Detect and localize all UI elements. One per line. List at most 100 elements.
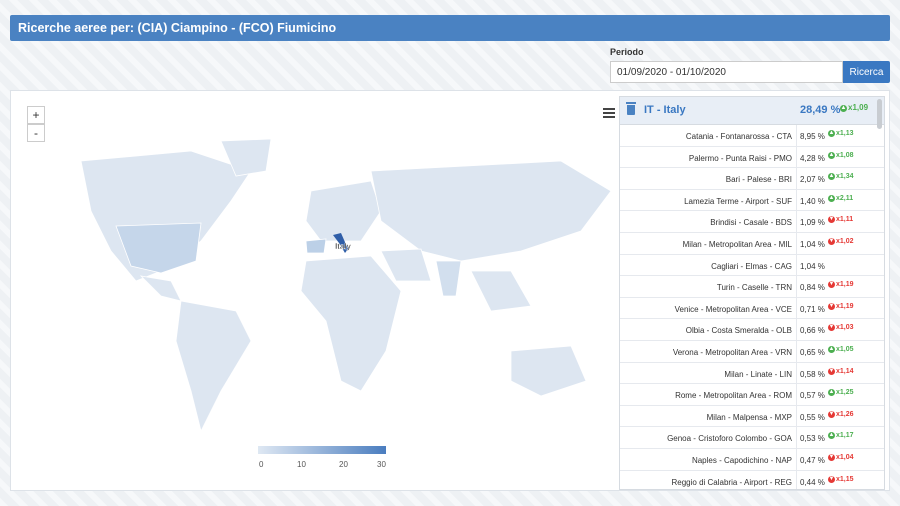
airport-name: Rome - Metropolitan Area - ROM bbox=[675, 391, 792, 401]
airport-name: Olbia - Costa Smeralda - OLB bbox=[685, 326, 792, 336]
airport-name: Naples - Capodichino - NAP bbox=[691, 455, 792, 465]
map-southeast-asia bbox=[470, 270, 532, 312]
table-row[interactable]: Bari - Palese - BRI 2,07 % ▲ x1,34 bbox=[620, 168, 884, 190]
legend-tick: 0 bbox=[259, 460, 264, 469]
airport-name: Milan - Metropolitan Area - MIL bbox=[682, 239, 792, 249]
airport-percent: 0,84 % bbox=[800, 283, 825, 293]
airport-percent: 0,65 % bbox=[800, 347, 825, 357]
zoom-in-button[interactable]: + bbox=[27, 106, 45, 124]
airport-name: Turin - Caselle - TRN bbox=[716, 283, 792, 293]
table-row[interactable]: Catania - Fontanarossa - CTA 8,95 % ▲ x1,13 bbox=[620, 125, 884, 147]
trend-indicator: ▲ x1,17 bbox=[828, 432, 854, 440]
trash-icon[interactable] bbox=[626, 102, 636, 115]
airport-percent: 0,71 % bbox=[800, 304, 825, 314]
trend-indicator: ▲ x1,13 bbox=[828, 130, 854, 137]
hamburger-menu-icon[interactable] bbox=[603, 108, 615, 118]
map-australia bbox=[510, 345, 587, 397]
table-row[interactable]: Naples - Capodichino - NAP 0,47 % ▼ x1,04 bbox=[620, 448, 884, 471]
table-row[interactable]: Brindisi - Casale - BDS 1,09 % ▼ x1,11 bbox=[620, 211, 884, 233]
trend-indicator: ▲ x2,11 bbox=[828, 194, 854, 202]
world-map[interactable]: Italy bbox=[41, 131, 621, 461]
trend-indicator: ▼ x1,26 bbox=[828, 410, 854, 418]
airport-percent: 8,95 % bbox=[800, 132, 825, 141]
trend-indicator: ▼ x1,03 bbox=[828, 324, 854, 332]
map-spain bbox=[305, 238, 327, 254]
legend-tick: 20 bbox=[339, 460, 348, 469]
trend-indicator: ▼ x1,19 bbox=[828, 302, 854, 310]
airport-name: Catania - Fontanarossa - CTA bbox=[685, 132, 792, 141]
arrow-down-icon: ▼ bbox=[828, 410, 835, 418]
table-row[interactable]: Milan - Metropolitan Area - MIL 1,04 % ▼ x1… bbox=[620, 232, 884, 255]
map-south-america bbox=[175, 300, 252, 433]
arrow-down-icon: ▼ bbox=[828, 324, 835, 332]
airport-name: Milan - Malpensa - MXP bbox=[706, 412, 792, 422]
trend-indicator: ▼ x1,15 bbox=[828, 475, 854, 483]
airport-percent: 0,66 % bbox=[800, 326, 825, 336]
list-scrollbar[interactable] bbox=[877, 99, 882, 129]
arrow-up-icon: ▲ bbox=[828, 173, 835, 181]
arrow-down-icon: ▼ bbox=[828, 216, 835, 224]
date-range-input[interactable] bbox=[610, 61, 843, 83]
table-row[interactable]: Reggio di Calabria - Airport - REG 0,44 %… bbox=[620, 470, 884, 489]
trend-indicator: ▲ x1,05 bbox=[828, 345, 854, 353]
airport-name: Reggio di Calabria - Airport - REG bbox=[671, 477, 793, 487]
airport-name: Milan - Linate - LIN bbox=[724, 369, 792, 379]
arrow-down-icon: ▼ bbox=[828, 302, 835, 310]
table-row[interactable]: Genoa - Cristoforo Colombo - GOA 0,53 % ▲ x… bbox=[620, 427, 884, 449]
period-label: Periodo bbox=[610, 47, 644, 57]
table-row[interactable]: Olbia - Costa Smeralda - OLB 0,66 % ▼ x1,03 bbox=[620, 319, 884, 341]
arrow-up-icon: ▲ bbox=[828, 130, 835, 137]
trend-indicator: ▼ x1,04 bbox=[828, 453, 854, 461]
airport-name: Lamezia Terme - Airport - SUF bbox=[684, 196, 792, 206]
map-legend-bar bbox=[258, 446, 386, 454]
country-trend: ▲ x1,09 bbox=[840, 103, 869, 112]
trend-indicator: ▼ x1,11 bbox=[828, 216, 854, 224]
table-row[interactable]: Cagliari - Elmas - CAG 1,04 % bbox=[620, 254, 884, 277]
arrow-down-icon: ▼ bbox=[828, 367, 835, 375]
trend-indicator: ▼ x1,02 bbox=[828, 237, 854, 245]
page-title: Ricerche aeree per: (CIA) Ciampino - (FC… bbox=[10, 15, 890, 41]
airport-percent: 1,04 % bbox=[800, 261, 825, 271]
map-russia-asia bbox=[370, 160, 612, 262]
table-row[interactable]: Verona - Metropolitan Area - VRN 0,65 % ▲ x… bbox=[620, 340, 884, 363]
airport-percent: 1,04 % bbox=[800, 239, 825, 249]
table-row[interactable]: Rome - Metropolitan Area - ROM 0,57 % ▲ x1,… bbox=[620, 384, 884, 406]
country-header-row[interactable]: IT - Italy 28,49 % ▲ x1,09 bbox=[620, 97, 884, 125]
airport-percent: 0,47 % bbox=[800, 455, 825, 465]
search-button[interactable]: Ricerca bbox=[843, 61, 890, 83]
arrow-up-icon: ▲ bbox=[840, 105, 847, 112]
airport-percent: 0,57 % bbox=[800, 391, 825, 401]
airport-percent: 0,44 % bbox=[800, 477, 825, 487]
airport-percent: 2,07 % bbox=[800, 175, 825, 185]
map-india bbox=[435, 260, 462, 297]
arrow-down-icon: ▼ bbox=[828, 453, 835, 461]
airport-name: Palermo - Punta Raisi - PMO bbox=[688, 153, 792, 163]
airport-percent: 0,53 % bbox=[800, 434, 825, 444]
map-africa bbox=[300, 255, 402, 392]
airport-name: Bari - Palese - BRI bbox=[725, 175, 792, 185]
arrow-down-icon: ▼ bbox=[828, 281, 835, 289]
arrow-up-icon: ▲ bbox=[828, 194, 835, 202]
table-row[interactable]: Venice - Metropolitan Area - VCE 0,71 % ▼ x… bbox=[620, 297, 884, 320]
table-row[interactable]: Lamezia Terme - Airport - SUF 1,40 % ▲ x2,1… bbox=[620, 189, 884, 212]
airport-percent: 1,09 % bbox=[800, 218, 825, 228]
country-value: 28,49 % bbox=[800, 104, 841, 116]
trend-indicator: ▲ x1,08 bbox=[828, 151, 854, 159]
trend-indicator: ▲ x1,34 bbox=[828, 173, 854, 181]
arrow-down-icon: ▼ bbox=[828, 475, 835, 483]
table-row[interactable]: Milan - Linate - LIN 0,58 % ▼ x1,14 bbox=[620, 362, 884, 385]
table-row[interactable]: Turin - Caselle - TRN 0,84 % ▼ x1,19 bbox=[620, 276, 884, 298]
trend-indicator: ▼ x1,14 bbox=[828, 367, 854, 375]
table-row[interactable]: Milan - Malpensa - MXP 0,55 % ▼ x1,26 bbox=[620, 405, 884, 428]
legend-tick: 30 bbox=[377, 460, 386, 469]
map-italy-label: Italy bbox=[335, 242, 352, 251]
table-row[interactable]: Palermo - Punta Raisi - PMO 4,28 % ▲ x1,08 bbox=[620, 146, 884, 169]
arrow-up-icon: ▲ bbox=[828, 432, 835, 440]
trend-indicator: ▲ x1,25 bbox=[828, 389, 854, 397]
arrow-up-icon: ▲ bbox=[828, 345, 835, 353]
airport-name: Genoa - Cristoforo Colombo - GOA bbox=[667, 434, 792, 444]
trend-indicator: ▼ x1,19 bbox=[828, 281, 854, 289]
arrow-down-icon: ▼ bbox=[828, 237, 835, 245]
airport-name: Verona - Metropolitan Area - VRN bbox=[672, 347, 792, 357]
airport-name: Cagliari - Elmas - CAG bbox=[711, 261, 792, 271]
